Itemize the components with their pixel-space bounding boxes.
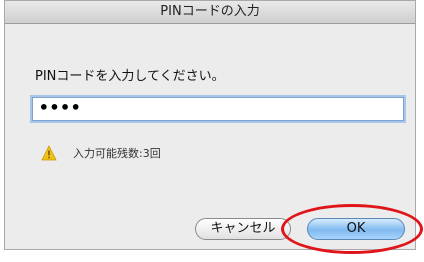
pin-dialog: PINコードの入力 PINコードを入力してください。 •••• 入力可能残数:3… [4, 0, 416, 250]
remaining-attempts: 入力可能残数:3回 [73, 147, 161, 160]
pin-input[interactable]: •••• [32, 97, 404, 121]
ok-button[interactable]: OK [307, 218, 405, 240]
attempts-row: 入力可能残数:3回 [41, 145, 161, 161]
cancel-button[interactable]: キャンセル [195, 218, 291, 240]
pin-prompt: PINコードを入力してください。 [35, 69, 225, 84]
warning-triangle-icon [41, 145, 57, 161]
dialog-title: PINコードの入力 [5, 1, 415, 24]
